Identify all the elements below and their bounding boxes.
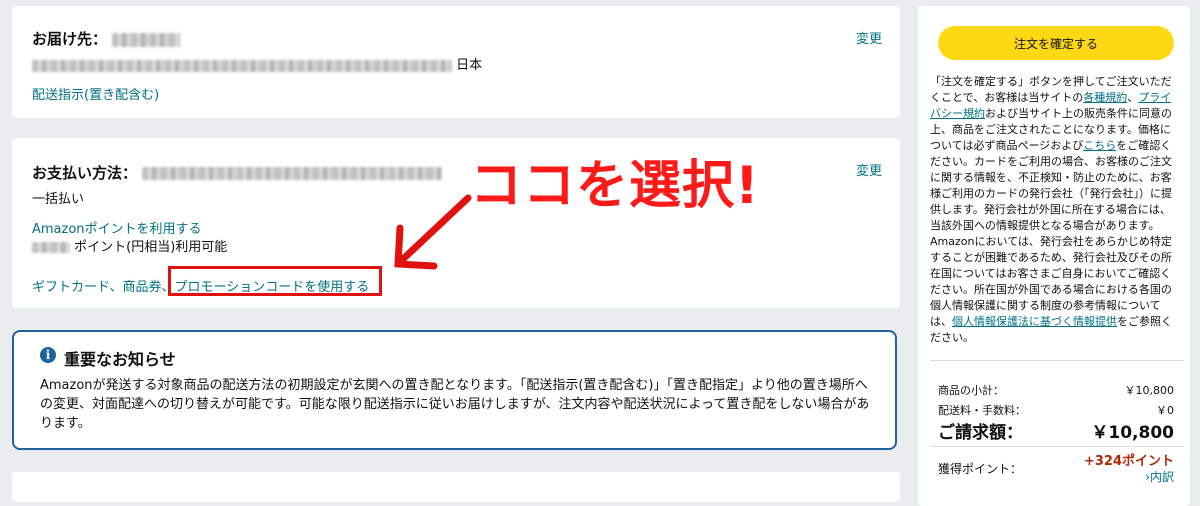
- disclaimer-text-4: をご確認ください。カードをご利用の場合、お客様のご注文に関する情報を、不正検知・…: [930, 139, 1172, 328]
- payment-method-heading: お支払い方法：: [32, 162, 443, 183]
- disclaimer-text-2: 、: [1127, 91, 1139, 104]
- promo-highlight-box: [168, 266, 382, 296]
- important-notice: i 重要なお知らせ Amazonが発送する対象商品の配送方法の初期設定が玄関への…: [12, 330, 897, 450]
- installment-text: 一括払い: [32, 192, 85, 207]
- delivery-instructions-link[interactable]: 配送指示(置き配含む): [32, 84, 159, 103]
- points-breakdown-link[interactable]: ›内訳: [1145, 468, 1174, 485]
- points-available-label: ポイント(円相当)利用可能: [74, 240, 228, 255]
- notice-body: Amazonが発送する対象商品の配送方法の初期設定が玄関への置き配となります。「…: [40, 378, 870, 431]
- address-line: 日本: [32, 54, 482, 73]
- shipping-label: 配送料・手数料：: [938, 404, 1026, 417]
- annotation-text: ココを選択!: [470, 156, 760, 216]
- gift-card-link[interactable]: ギフトカード、商品券、: [32, 280, 174, 295]
- address-country: 日本: [456, 58, 483, 73]
- order-summary-panel: 注文を確定する 「注文を確定する」ボタンを押してご注文いただくことで、お客様は当…: [918, 6, 1190, 506]
- payment-method-title: お支払い方法：: [32, 164, 138, 182]
- points-label: 獲得ポイント：: [938, 462, 1023, 476]
- shipping-address-title: お届け先：: [32, 30, 108, 48]
- total-row: ご請求額： ￥10,800: [938, 418, 1174, 443]
- points-value: +324ポイント: [1083, 454, 1174, 469]
- shipping-address-section: お届け先： 日本 配送指示(置き配含む) 変更: [12, 6, 900, 118]
- here-link[interactable]: こちら: [1083, 139, 1116, 152]
- shipping-address-heading: お届け先：: [32, 28, 181, 49]
- total-divider: [930, 446, 1184, 447]
- notice-heading: i 重要なお知らせ: [40, 346, 176, 370]
- use-points-link[interactable]: Amazonポイントを利用する: [32, 218, 202, 237]
- redacted-address: [32, 59, 452, 72]
- place-order-button[interactable]: 注文を確定する: [938, 26, 1174, 60]
- change-payment-link[interactable]: 変更: [856, 160, 882, 179]
- next-section-card: [12, 472, 900, 502]
- info-icon: i: [40, 347, 56, 363]
- subtotal-label: 商品の小計：: [938, 384, 1004, 397]
- subtotal-value: ￥10,800: [1124, 384, 1175, 397]
- annotation-arrow-icon: [394, 194, 472, 270]
- total-value: ￥10,800: [1091, 423, 1174, 443]
- summary-divider: [930, 360, 1184, 361]
- change-address-link[interactable]: 変更: [856, 28, 882, 47]
- points-available: ポイント(円相当)利用可能: [32, 236, 227, 255]
- redacted-card: [142, 167, 443, 180]
- total-label: ご請求額：: [938, 423, 1023, 443]
- subtotal-row: 商品の小計： ￥10,800: [938, 382, 1174, 398]
- terms-link[interactable]: 各種規約: [1083, 91, 1127, 104]
- notice-title: 重要なお知らせ: [64, 350, 176, 369]
- shipping-value: ￥0: [1156, 404, 1174, 417]
- order-disclaimer: 「注文を確定する」ボタンを押してご注文いただくことで、お客様は当サイトの各種規約…: [930, 74, 1180, 346]
- redacted-name: [112, 32, 181, 47]
- shipping-row: 配送料・手数料： ￥0: [938, 402, 1174, 418]
- redacted-points: [32, 242, 70, 253]
- personal-info-link[interactable]: 個人情報保護法に基づく情報提供: [952, 315, 1117, 328]
